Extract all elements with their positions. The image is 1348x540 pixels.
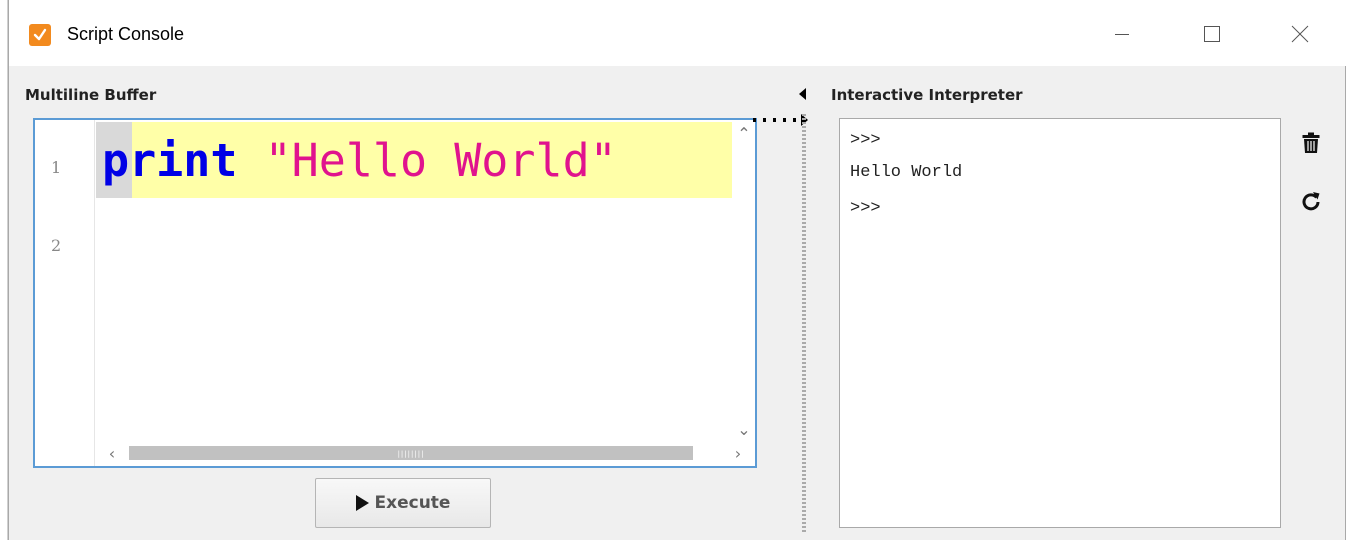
title-bar[interactable]: Script Console [9, 0, 1347, 66]
interpreter-line: >>> [850, 199, 881, 218]
code-string: "Hello World" [264, 134, 617, 187]
close-button[interactable] [1277, 14, 1323, 54]
background-window-edge [0, 0, 8, 540]
minimize-icon [1115, 34, 1129, 35]
vertical-scrollbar[interactable]: ⌃ ⌄ [733, 120, 755, 440]
horizontal-scroll-thumb[interactable]: |||||||| [129, 446, 693, 460]
scroll-right-icon[interactable]: › [727, 440, 749, 466]
trash-icon [1302, 132, 1320, 153]
reset-interpreter-button[interactable] [1299, 188, 1323, 214]
clear-interpreter-button[interactable] [1299, 130, 1323, 156]
window-title: Script Console [67, 24, 185, 44]
play-icon [355, 495, 369, 511]
code-keyword: print [102, 134, 238, 187]
multiline-buffer-label: Multiline Buffer [25, 86, 157, 104]
line-number-gutter: 1 2 [35, 120, 95, 466]
interpreter-line: Hello World [850, 163, 963, 182]
code-editor[interactable]: 1 2 print "Hello World" ⌃ ⌄ ‹ |||||||| › [33, 118, 757, 468]
scroll-up-icon[interactable]: ⌃ [733, 122, 755, 144]
refresh-icon [1302, 192, 1320, 211]
splitter-grip[interactable] [802, 114, 806, 534]
panel-splitter[interactable] [753, 66, 811, 540]
maximize-icon [1204, 26, 1220, 42]
collapse-left-icon[interactable] [799, 88, 806, 100]
minimize-button[interactable] [1099, 14, 1145, 54]
scroll-left-icon[interactable]: ‹ [101, 440, 123, 466]
maximize-button[interactable] [1189, 14, 1235, 54]
scroll-down-icon[interactable]: ⌄ [733, 418, 755, 440]
horizontal-scrollbar[interactable]: ‹ |||||||| › [95, 440, 755, 466]
line-number: 1 [51, 158, 62, 177]
interpreter-line: >>> [850, 131, 881, 150]
interpreter-output[interactable]: >>> Hello World >>> [839, 118, 1281, 528]
execute-button[interactable]: Execute [315, 478, 491, 528]
splitter-dash [753, 118, 797, 122]
code-text: print "Hello World" [102, 134, 617, 187]
close-icon [1291, 25, 1309, 43]
interactive-interpreter-label: Interactive Interpreter [831, 86, 1023, 104]
script-console-app-icon [29, 24, 51, 46]
script-console-window: Script Console Multiline Buffer 1 2 prin… [8, 0, 1347, 540]
scroll-grip-icon: |||||||| [397, 450, 425, 458]
current-code-line[interactable]: print "Hello World" [96, 122, 732, 198]
execute-label: Execute [374, 493, 451, 513]
line-number: 2 [51, 236, 62, 255]
